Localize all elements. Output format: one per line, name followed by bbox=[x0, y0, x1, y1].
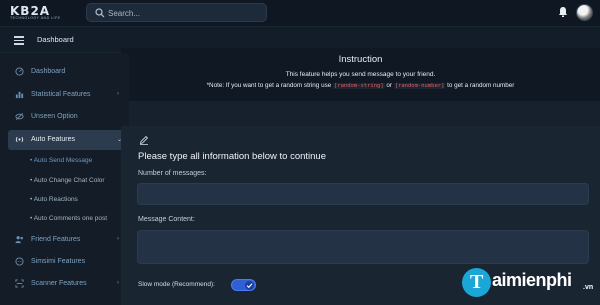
sidebar-item-label: Unseen Option bbox=[31, 113, 78, 120]
slow-mode-label: Slow mode (Recommend): bbox=[138, 281, 215, 288]
code-random-number: [random-number] bbox=[393, 83, 446, 89]
messages-field-box bbox=[137, 183, 589, 206]
sidebar-item-statistical-features[interactable]: Statistical Features › bbox=[8, 85, 127, 105]
instruction-note: *Note: If you want to get a random strin… bbox=[121, 82, 600, 89]
slow-mode-toggle[interactable] bbox=[231, 279, 256, 291]
sidebar-item-label: Scanner Features bbox=[31, 280, 87, 287]
sidebar-item-scanner-features[interactable]: Scanner Features › bbox=[8, 274, 127, 294]
sidebar-item-dashboard[interactable]: Dashboard bbox=[8, 62, 127, 82]
chevron-right-icon: › bbox=[117, 91, 119, 97]
check-icon bbox=[246, 283, 253, 289]
users-icon bbox=[15, 236, 24, 244]
sidebar-item-unseen-option[interactable]: Unseen Option bbox=[8, 107, 127, 127]
content-field-box bbox=[137, 230, 589, 264]
messages-label: Number of messages: bbox=[138, 170, 207, 177]
bell-icon[interactable] bbox=[558, 6, 568, 18]
search-box[interactable] bbox=[86, 3, 267, 22]
watermark-logo: T bbox=[462, 268, 491, 297]
sidebar-subitem-auto-change-chat-color[interactable]: • Auto Change Chat Color bbox=[30, 177, 105, 184]
sidebar-item-label: Dashboard bbox=[31, 68, 66, 75]
instruction-title: Instruction bbox=[338, 54, 383, 65]
chevron-right-icon: › bbox=[117, 280, 119, 286]
message-content-input[interactable] bbox=[138, 231, 588, 263]
menu-icon[interactable] bbox=[14, 36, 24, 45]
scan-icon bbox=[15, 279, 24, 288]
top-bar: KB2A TECHNOLOGY AND LIFE bbox=[0, 0, 600, 27]
watermark-logo-letter: T bbox=[470, 271, 484, 293]
sidebar-item-auto-features[interactable]: Auto Features ⌄ bbox=[8, 130, 127, 150]
sidebar-subitem-auto-reactions[interactable]: • Auto Reactions bbox=[30, 196, 78, 203]
gauge-icon bbox=[15, 67, 24, 76]
sidebar-item-simsimi-features[interactable]: Simsimi Features bbox=[8, 252, 127, 272]
watermark-text: aimienphi bbox=[492, 270, 572, 290]
sidebar-item-label: Friend Features bbox=[31, 236, 81, 243]
instruction-text: This feature helps you send message to y… bbox=[285, 71, 436, 78]
avatar[interactable] bbox=[576, 4, 593, 21]
sidebar-item-label: Statistical Features bbox=[31, 91, 91, 98]
search-input[interactable] bbox=[108, 6, 258, 20]
note-prefix: *Note: If you want to get a random strin… bbox=[206, 82, 332, 89]
logo[interactable]: KB2A TECHNOLOGY AND LIFE bbox=[10, 4, 62, 22]
toggle-knob bbox=[245, 281, 254, 290]
sidebar: Dashboard Statistical Features › Unseen … bbox=[0, 53, 129, 305]
sidebar-item-friend-features[interactable]: Friend Features › bbox=[8, 230, 127, 250]
chevron-right-icon: › bbox=[117, 236, 119, 242]
number-of-messages-input[interactable] bbox=[138, 185, 588, 206]
sidebar-subitem-auto-send-message[interactable]: • Auto Send Message bbox=[30, 157, 92, 164]
pencil-icon bbox=[139, 135, 149, 145]
note-suffix: to get a random number bbox=[447, 82, 515, 89]
sidebar-subitem-auto-comments[interactable]: • Auto Comments one post bbox=[30, 215, 107, 222]
form-title: Please type all information below to con… bbox=[138, 151, 327, 162]
watermark: T aimienphi .vn bbox=[462, 266, 600, 305]
breadcrumb: Dashboard bbox=[37, 35, 74, 44]
search-icon bbox=[95, 8, 105, 18]
eye-off-icon bbox=[15, 113, 24, 120]
content-label: Message Content: bbox=[138, 216, 195, 223]
note-or: or bbox=[386, 82, 392, 89]
sidebar-item-label: Simsimi Features bbox=[31, 258, 86, 265]
code-random-string: [random-string] bbox=[332, 83, 385, 89]
chart-icon bbox=[15, 91, 24, 99]
logo-subtitle: TECHNOLOGY AND LIFE bbox=[10, 16, 61, 20]
broadcast-icon bbox=[15, 136, 24, 143]
watermark-suffix: .vn bbox=[583, 284, 594, 291]
sidebar-item-label: Auto Features bbox=[31, 136, 75, 143]
chat-icon bbox=[15, 257, 24, 266]
